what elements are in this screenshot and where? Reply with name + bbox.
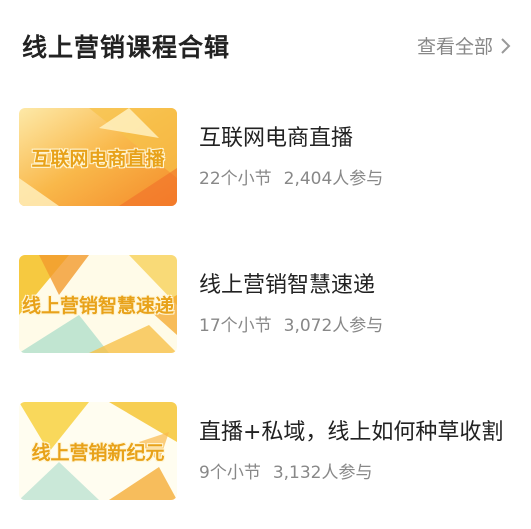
thumbnail-text: 线上营销智慧速递 <box>21 295 174 317</box>
course-card[interactable]: 互联网电商直播 互联网电商直播 22个小节 2,404人参与 <box>0 108 531 208</box>
course-card[interactable]: 线上营销智慧速递 线上营销智慧速递 17个小节 3,072人参与 <box>0 255 531 355</box>
course-thumbnail: 互联网电商直播 <box>19 108 177 206</box>
section-count: 17个小节 <box>199 316 272 336</box>
section-count: 22个小节 <box>199 169 272 189</box>
view-all-label: 查看全部 <box>416 36 493 58</box>
chevron-right-icon <box>499 36 513 56</box>
view-all-link[interactable]: 查看全部 <box>417 32 513 59</box>
section-count: 9个小节 <box>199 463 261 483</box>
course-title: 直播+私域，线上如何种草收割 <box>199 420 504 445</box>
course-meta: 22个小节 2,404人参与 <box>199 164 383 189</box>
participant-count: 3,132人参与 <box>272 463 373 483</box>
section-header: 线上营销课程合辑 查看全部 <box>0 0 531 90</box>
thumbnail-text: 互联网电商直播 <box>31 148 165 170</box>
thumbnail-text: 线上营销新纪元 <box>31 442 165 464</box>
course-title: 线上营销智慧速递 <box>199 273 376 298</box>
course-thumbnail: 线上营销新纪元 <box>19 402 177 500</box>
course-meta: 17个小节 3,072人参与 <box>199 311 383 336</box>
course-meta: 9个小节 3,132人参与 <box>199 458 373 483</box>
course-thumbnail: 线上营销智慧速递 <box>19 255 177 353</box>
section-title: 线上营销课程合辑 <box>22 33 231 62</box>
course-card[interactable]: 线上营销新纪元 直播+私域，线上如何种草收割 9个小节 3,132人参与 <box>0 402 531 502</box>
participant-count: 3,072人参与 <box>283 316 384 336</box>
course-title: 互联网电商直播 <box>199 126 354 151</box>
participant-count: 2,404人参与 <box>283 169 384 189</box>
